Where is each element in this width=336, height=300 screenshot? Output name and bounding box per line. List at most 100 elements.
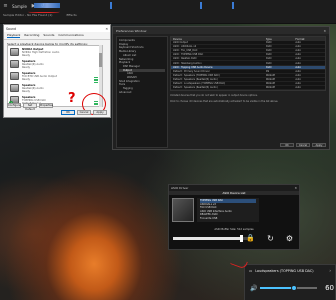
cancel-button[interactable]: Cancel <box>296 143 310 147</box>
pref-buttons: OK Cancel Apply <box>280 143 326 147</box>
cancel-button[interactable]: Cancel <box>77 110 91 115</box>
output-device-table[interactable]: Device Type Format ASIO Output ASIO Auto AS… <box>170 36 326 92</box>
cell-device: ASIO : ASIO4ALL v2 <box>173 45 197 49</box>
timeline-marker[interactable] <box>110 2 112 9</box>
speaker-icon <box>10 60 19 68</box>
gear-icon[interactable]: ⚙ <box>286 234 293 243</box>
ok-button[interactable]: OK <box>61 110 75 115</box>
tab-effects[interactable]: Effects <box>66 13 76 17</box>
cell-format: Auto <box>295 61 301 65</box>
volume-row: 🔊 60 <box>250 284 334 292</box>
cell-type: ASIO <box>265 57 272 61</box>
apply-button[interactable]: Apply <box>93 110 107 115</box>
cell-format: Auto <box>295 53 301 57</box>
menu-icon[interactable]: ≡ <box>3 3 8 9</box>
device-status: Ready <box>22 89 31 93</box>
timeline-marker[interactable] <box>232 2 234 9</box>
cell-type: ASIO <box>265 41 272 45</box>
configure-button[interactable]: Configure <box>7 103 21 108</box>
cell-format: Auto <box>295 77 301 81</box>
cell-device: ASIO : TOPPING USB DAC <box>173 53 204 57</box>
waveform[interactable] <box>34 3 60 8</box>
volume-icon[interactable]: 🔊 <box>250 285 257 292</box>
cell-type: ASIO <box>265 49 272 53</box>
volume-knob[interactable] <box>291 284 298 291</box>
apply-button[interactable]: Apply <box>312 143 326 147</box>
close-icon[interactable]: ✕ <box>294 186 297 190</box>
pref-note: Unlisted devices that you do not wish to… <box>170 94 258 98</box>
cell-type: DS <box>265 69 270 73</box>
asio-body: TOPPING USB DAC ASIO4ALL v2 FiiO USB DAC AS… <box>169 195 299 225</box>
table-row[interactable]: Default : Speakers (Realtek(R) Audio) WAS… <box>171 86 325 91</box>
col-device[interactable]: Device <box>171 38 266 41</box>
close-icon[interactable]: ✕ <box>105 27 108 31</box>
cell-format: Auto <box>295 57 301 61</box>
device-item[interactable]: Speakers Realtek(R) Audio Ready <box>8 58 102 70</box>
refresh-icon[interactable]: ↻ <box>267 234 274 243</box>
cell-device: Default : Speakers (Realtek(R) Audio) <box>173 86 218 90</box>
asio-icons: 🔒 ↻ ⚙ <box>246 234 293 243</box>
cell-format: Auto <box>295 81 301 85</box>
chevron-right-icon[interactable]: › <box>329 268 331 273</box>
cell-device: Default : Primary Sound Driver <box>173 69 210 73</box>
tab-recording[interactable]: Recording <box>24 33 39 38</box>
device-item[interactable]: NVIDIA Output NVIDIA High Definition Aud… <box>8 46 102 58</box>
device-status: Ready <box>22 77 31 81</box>
tab-sounds[interactable]: Sounds <box>43 33 54 38</box>
device-chip-icon <box>172 198 194 222</box>
speaker-icon <box>10 84 19 92</box>
cell-format: Auto <box>295 73 301 77</box>
volume-slider[interactable] <box>260 284 317 291</box>
lock-icon[interactable]: 🔒 <box>246 234 255 243</box>
set-default-button[interactable]: Set Default <box>23 103 37 111</box>
tab-communications[interactable]: Communications <box>58 33 83 38</box>
cell-type: ASIO <box>265 61 272 65</box>
menu-label[interactable]: Sample <box>12 4 27 9</box>
cell-format: Auto <box>295 65 301 69</box>
tab-row: Sample Editor - No File Found (1) Effect… <box>3 13 77 17</box>
asio-panel: ASIO Driver ✕ ASIO Device List TOPPING U… <box>168 184 300 250</box>
preferences-dialog: Preferences Window ✕ Components Display Ke… <box>112 26 330 150</box>
device-item[interactable]: Speakers FiiO BTR USB Audio Output Ready <box>8 70 102 82</box>
tab-sample-editor[interactable]: Sample Editor - No File Found (1) <box>3 13 52 17</box>
sound-title: Sound <box>6 26 17 31</box>
cell-type: ASIO <box>265 45 272 49</box>
cell-device: ASIO Output <box>173 41 188 45</box>
close-icon[interactable]: ✕ <box>323 29 326 33</box>
device-buttons: Configure Set Default Properties <box>7 103 53 111</box>
pref-tree[interactable]: Components Display Keyboard Shortcuts Media… <box>116 36 168 148</box>
output-device-name[interactable]: Loudspeakers (TOPPING USB DAC) <box>255 269 313 273</box>
asio-title: ASIO Driver <box>171 186 189 190</box>
speaker-icon: ▭ <box>249 268 253 273</box>
tab-playback[interactable]: Playback <box>7 33 21 38</box>
volume-flyout: ▭ Loudspeakers (TOPPING USB DAC) › 🔊 60 <box>230 256 336 300</box>
volume-value: 60 <box>325 284 334 292</box>
cell-device: ASIO : Realtek ASIO <box>173 57 197 61</box>
pref-title: Preferences Window <box>116 28 147 33</box>
device-item[interactable]: Speakers Realtek(R) Audio Ready <box>8 82 102 94</box>
buffer-slider[interactable] <box>173 235 253 242</box>
col-type[interactable]: Type <box>266 38 296 41</box>
pref-note-2: Click to choose 'All devices that are au… <box>170 100 279 104</box>
speaker-icon <box>10 48 19 56</box>
sound-tabs: Playback Recording Sounds Communications <box>4 32 110 40</box>
sound-titlebar: Sound ✕ <box>4 25 110 32</box>
cell-format: Auto <box>295 41 301 45</box>
device-status: Ready <box>22 65 31 69</box>
tree-item[interactable]: Advanced <box>119 91 165 95</box>
cell-format: Auto <box>295 45 301 49</box>
ok-button[interactable]: OK <box>280 143 294 147</box>
asio-device-list[interactable]: TOPPING USB DAC ASIO4ALL v2 FiiO USB DAC AS… <box>197 198 259 222</box>
asio-device-option[interactable]: Focusrite USB <box>200 217 256 221</box>
pref-titlebar: Preferences Window ✕ <box>113 27 329 34</box>
col-format[interactable]: Format <box>295 38 325 41</box>
timeline-marker[interactable] <box>200 2 202 9</box>
pref-main: Device Type Format ASIO Output ASIO Auto AS… <box>170 36 328 148</box>
table-body: ASIO Output ASIO Auto ASIO : ASIO4ALL v2 ASI… <box>171 41 325 91</box>
level-meter <box>94 77 98 86</box>
cell-device: Default : Speakers (Realtek(R) Audio) <box>173 77 218 81</box>
cell-device: ASIO : Topping USB Audio Device <box>173 65 213 69</box>
properties-button[interactable]: Properties <box>39 103 53 108</box>
cell-type: WASAPI <box>265 77 275 81</box>
slider-knob[interactable] <box>239 235 243 242</box>
